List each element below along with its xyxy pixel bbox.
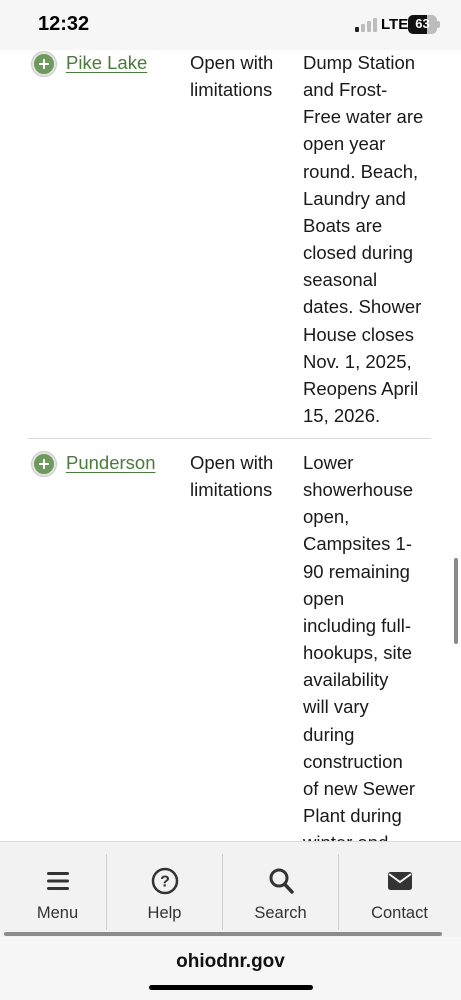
browser-url-bar[interactable]: ohiodnr.gov (0, 937, 461, 1000)
cellular-signal-icon (355, 18, 377, 32)
help-icon: ? (151, 867, 179, 895)
notes-line: Boats are (303, 214, 383, 236)
search-icon (269, 868, 294, 894)
park-link[interactable]: Punderson (66, 449, 155, 476)
notes-line: Nov. 1, 2025, (303, 350, 412, 372)
nav-label: Help (147, 904, 182, 922)
nav-divider (4, 932, 442, 936)
status-text: limitations (190, 79, 273, 100)
menu-icon (47, 872, 69, 890)
scrollbar-thumb[interactable] (454, 558, 458, 644)
notes-line: Free water are (303, 106, 424, 128)
park-status-table[interactable]: Pike Lake Open with limitations Dump Sta… (0, 44, 461, 841)
notes-line: dates. Shower (303, 296, 422, 318)
status-cell: Open with limitations (190, 49, 290, 103)
nav-contact-button[interactable]: Contact (342, 854, 457, 930)
nav-help-button[interactable]: ? Help (107, 854, 222, 930)
home-indicator[interactable] (149, 985, 313, 990)
battery-level: 63 (415, 16, 430, 31)
status-text: Open with (190, 52, 274, 73)
table-row: Pike Lake Open with limitations Dump Sta… (28, 46, 431, 436)
nav-label: Contact (371, 904, 428, 922)
status-cell: Open with limitations (190, 449, 290, 503)
notes-line: Dump Station (303, 52, 416, 73)
row-divider (28, 438, 431, 439)
url-text[interactable]: ohiodnr.gov (0, 951, 461, 973)
notes-line: including full- (303, 614, 411, 636)
notes-line: availability (303, 669, 389, 691)
notes-line: 15, 2026. (303, 405, 381, 427)
nav-search-button[interactable]: Search (223, 854, 338, 930)
notes-line: of new Sewer (303, 777, 416, 799)
notes-cell: Lower showerhouse open, Campsites 1- 90 … (303, 449, 431, 841)
notes-line: Lower (303, 452, 354, 473)
notes-line: hookups, site (303, 642, 413, 664)
notes-line: Campsites 1- (303, 533, 412, 555)
status-time: 12:32 (38, 13, 90, 35)
notes-line: 90 remaining (303, 560, 410, 582)
status-text: limitations (190, 479, 273, 500)
notes-line: seasonal (303, 269, 378, 291)
notes-line: will vary (303, 696, 369, 718)
notes-cell: Dump Station and Frost- Free water are o… (303, 49, 431, 429)
park-link[interactable]: Pike Lake (66, 49, 147, 76)
network-type: LTE (381, 16, 409, 33)
notes-line: open, (303, 506, 350, 528)
notes-line: construction (303, 750, 403, 772)
notes-line: round. Beach, (303, 160, 419, 182)
notes-line: winter and (303, 829, 431, 841)
notes-line: closed during (303, 242, 414, 264)
nav-menu-button[interactable]: Menu (0, 854, 115, 930)
status-text: Open with (190, 452, 274, 473)
notes-line: open (303, 587, 345, 609)
nav-label: Menu (36, 904, 79, 922)
notes-line: showerhouse (303, 479, 414, 501)
notes-line: and Frost- (303, 79, 388, 101)
status-bar: 12:32 LTE 63 (0, 0, 461, 50)
notes-line: open year (303, 133, 386, 155)
notes-line: Laundry and (303, 187, 406, 209)
table-row: Punderson Open with limitations Lower sh… (28, 446, 431, 841)
svg-text:?: ? (160, 874, 170, 891)
expand-plus-icon[interactable] (32, 452, 56, 476)
battery-icon: 63 (408, 15, 437, 34)
bottom-nav: Menu ? Help Search Contact (0, 841, 461, 937)
nav-label: Search (254, 904, 307, 922)
expand-plus-icon[interactable] (32, 52, 56, 76)
notes-line: Plant during (303, 805, 402, 827)
mail-icon (388, 872, 412, 890)
notes-line: Reopens April (303, 377, 419, 399)
notes-line: during (303, 723, 355, 745)
notes-line: House closes (303, 323, 415, 345)
